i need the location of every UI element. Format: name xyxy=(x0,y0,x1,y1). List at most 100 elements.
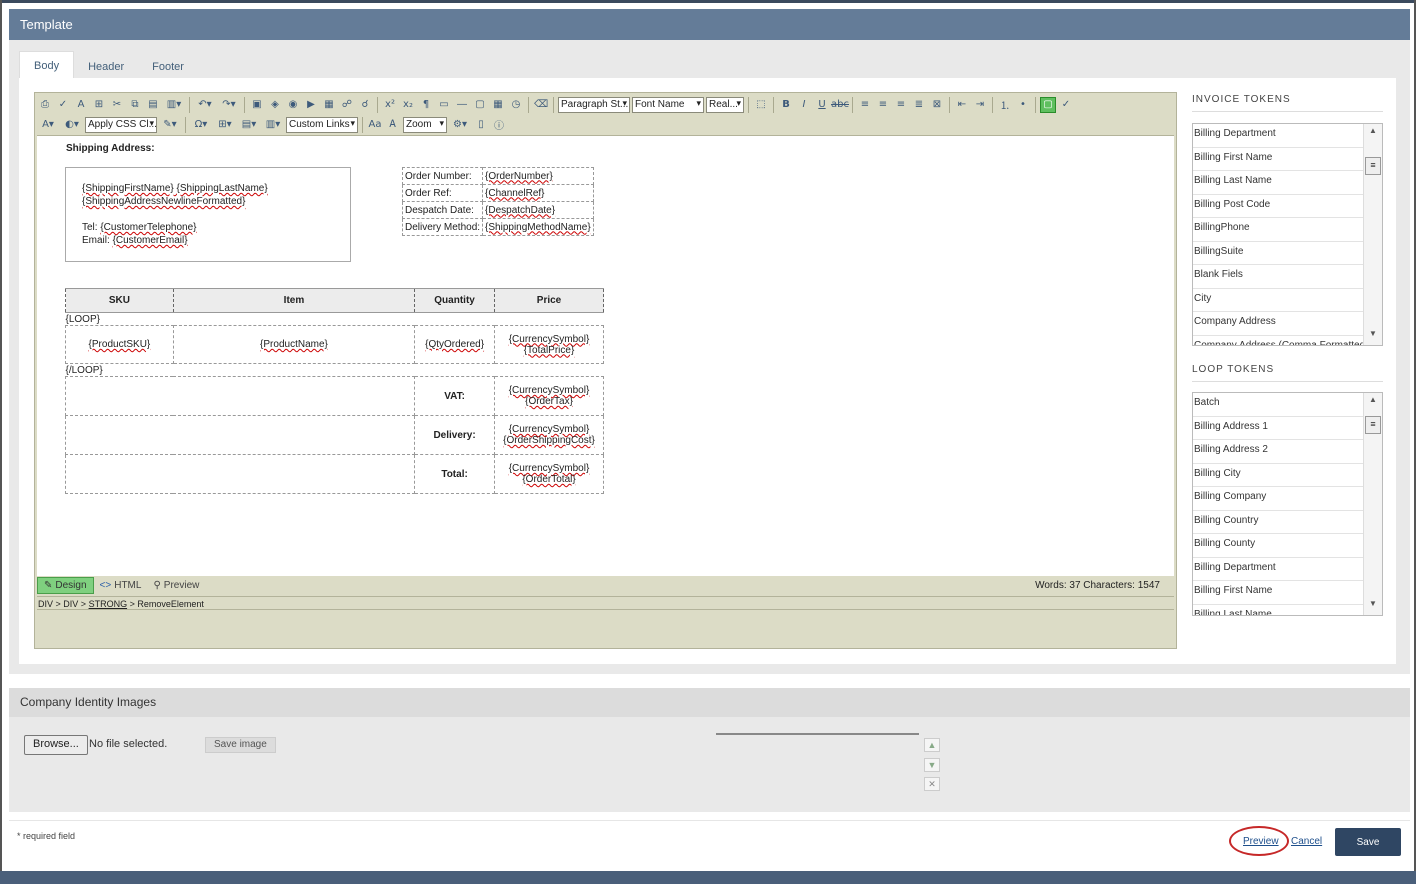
list-item[interactable]: Company Address (Comma Formatted) xyxy=(1193,336,1363,346)
cancel-link[interactable]: Cancel xyxy=(1291,836,1322,847)
preview-link[interactable]: Preview xyxy=(1243,836,1279,847)
remove-link-icon[interactable]: ☌ xyxy=(357,97,373,113)
crumb-div[interactable]: DIV xyxy=(38,599,53,609)
bold-icon[interactable]: B xyxy=(778,97,794,113)
background-color-icon[interactable]: ◐▾ xyxy=(61,117,83,133)
list-item[interactable]: Billing Country xyxy=(1193,511,1363,534)
font-name-select[interactable]: Font Name xyxy=(632,96,704,113)
hyperlink-icon[interactable]: ☍ xyxy=(339,97,355,113)
horizontal-rule-icon[interactable]: ― xyxy=(454,97,470,113)
scroll-thumb[interactable]: ≡ xyxy=(1365,157,1381,175)
strikethrough-icon[interactable]: abc xyxy=(831,97,849,113)
save-button[interactable]: Save xyxy=(1335,828,1401,856)
document-icon[interactable]: ▦ xyxy=(321,97,337,113)
format-painter-icon[interactable]: ✎▾ xyxy=(159,117,181,133)
italic-icon[interactable]: I xyxy=(796,97,812,113)
tab-body[interactable]: Body xyxy=(19,51,75,79)
align-left-icon[interactable]: ≡ xyxy=(857,97,873,113)
delete-icon[interactable]: ✕ xyxy=(924,777,940,791)
save-image-button[interactable]: Save image xyxy=(205,737,276,753)
underline-icon[interactable]: U xyxy=(814,97,830,113)
image-manager-icon[interactable]: ▣ xyxy=(249,97,265,113)
insert-image-icon[interactable]: ◈ xyxy=(267,97,283,113)
convert-lower-icon[interactable]: Aa xyxy=(367,117,383,133)
clear-alignment-icon[interactable]: ⊠ xyxy=(929,97,945,113)
paragraph-style-select[interactable]: Paragraph St... xyxy=(558,96,630,113)
bullet-list-icon[interactable]: • xyxy=(1015,97,1031,113)
list-item[interactable]: BillingPhone xyxy=(1193,218,1363,242)
list-item[interactable]: Billing Last Name xyxy=(1193,605,1363,616)
list-item[interactable]: BillingSuite xyxy=(1193,242,1363,265)
special-characters-icon[interactable]: Ω▾ xyxy=(190,117,212,133)
outdent-icon[interactable]: ⇤ xyxy=(954,97,970,113)
list-item[interactable]: Billing City xyxy=(1193,464,1363,487)
cut-icon[interactable]: ✂ xyxy=(109,97,125,113)
align-center-icon[interactable]: ≡ xyxy=(875,97,891,113)
numbered-list-icon[interactable]: ⒈ xyxy=(997,97,1013,113)
paste-icon[interactable]: ▤ xyxy=(145,97,161,113)
list-item[interactable]: Blank Fiels xyxy=(1193,265,1363,289)
preview-mode-button[interactable]: ⚲ Preview xyxy=(147,578,205,593)
tab-footer[interactable]: Footer xyxy=(138,55,198,79)
scroll-down-icon[interactable]: ▼ xyxy=(1364,329,1382,343)
toggle-borders-icon[interactable]: ▢ xyxy=(1040,96,1056,113)
list-item[interactable]: Billing Department xyxy=(1193,124,1363,148)
spellcheck-icon[interactable]: ✓ xyxy=(55,97,71,113)
print-icon[interactable]: ⎙ xyxy=(37,97,53,113)
list-item[interactable]: Billing Address 2 xyxy=(1193,440,1363,464)
format-stripper-icon[interactable]: ⌫ xyxy=(533,97,549,113)
crumb-strong[interactable]: STRONG xyxy=(89,599,128,609)
css-class-select[interactable]: Apply CSS Cl... xyxy=(85,116,157,133)
design-mode-button[interactable]: ✎ Design xyxy=(37,577,94,594)
align-right-icon[interactable]: ≡ xyxy=(893,97,909,113)
zoom-page-icon[interactable]: ⬚ xyxy=(753,97,769,113)
font-color-icon[interactable]: A▾ xyxy=(37,117,59,133)
copy-icon[interactable]: ⧉ xyxy=(127,97,143,113)
list-item[interactable]: Billing First Name xyxy=(1193,148,1363,171)
loop-tokens-list[interactable]: Batch Billing Address 1 Billing Address … xyxy=(1192,392,1383,616)
form-icon[interactable]: ▭ xyxy=(436,97,452,113)
justify-icon[interactable]: ≣ xyxy=(911,97,927,113)
scrollbar[interactable]: ▲ ≡ ▼ xyxy=(1363,124,1382,345)
list-item[interactable]: Billing First Name xyxy=(1193,581,1363,605)
crumb-remove-element[interactable]: RemoveElement xyxy=(137,599,204,609)
symbol-icon[interactable]: ▢ xyxy=(472,97,488,113)
time-icon[interactable]: ◷ xyxy=(508,97,524,113)
media-icon[interactable]: ▶ xyxy=(303,97,319,113)
indent-icon[interactable]: ⇥ xyxy=(972,97,988,113)
list-item[interactable]: Billing Last Name xyxy=(1193,171,1363,195)
scrollbar[interactable]: ▲ ≡ ▼ xyxy=(1363,393,1382,615)
clipboard-icon[interactable]: ▯ xyxy=(473,117,489,133)
date-icon[interactable]: ▦ xyxy=(490,97,506,113)
crumb-div[interactable]: DIV xyxy=(63,599,78,609)
paragraph-icon[interactable]: ¶ xyxy=(418,97,434,113)
find-replace-icon[interactable]: A xyxy=(73,97,89,113)
html-mode-button[interactable]: <> HTML xyxy=(94,578,148,593)
flash-icon[interactable]: ◉ xyxy=(285,97,301,113)
list-item[interactable]: Billing Department xyxy=(1193,558,1363,581)
undo-icon[interactable]: ↶▾ xyxy=(194,97,216,113)
superscript-icon[interactable]: x² xyxy=(382,97,398,113)
form-element-icon[interactable]: ▥▾ xyxy=(262,117,284,133)
editor-canvas[interactable]: Shipping Address: {ShippingFirstName} {S… xyxy=(37,135,1174,576)
scroll-up-icon[interactable]: ▲ xyxy=(1364,126,1382,140)
font-size-select[interactable]: Real... xyxy=(706,96,744,113)
module-manager-icon[interactable]: ⚙▾ xyxy=(449,117,471,133)
select-all-icon[interactable]: ⊞ xyxy=(91,97,107,113)
move-up-icon[interactable]: ▲ xyxy=(924,738,940,752)
snippets-icon[interactable]: ▤▾ xyxy=(238,117,260,133)
scroll-thumb[interactable]: ≡ xyxy=(1365,416,1381,434)
move-down-icon[interactable]: ▼ xyxy=(924,758,940,772)
convert-upper-icon[interactable]: Ꭺ xyxy=(385,117,401,133)
subscript-icon[interactable]: x₂ xyxy=(400,97,416,113)
list-item[interactable]: City xyxy=(1193,289,1363,312)
redo-icon[interactable]: ↷▾ xyxy=(218,97,240,113)
browse-button[interactable]: Browse... xyxy=(24,735,88,755)
list-item[interactable]: Billing County xyxy=(1193,534,1363,558)
paste-options-icon[interactable]: ▥▾ xyxy=(163,97,185,113)
scroll-down-icon[interactable]: ▼ xyxy=(1364,599,1382,613)
tab-header[interactable]: Header xyxy=(74,55,138,79)
scroll-up-icon[interactable]: ▲ xyxy=(1364,395,1382,409)
insert-table-icon[interactable]: ⊞▾ xyxy=(214,117,236,133)
invoice-tokens-list[interactable]: Billing Department Billing First Name Bi… xyxy=(1192,123,1383,346)
